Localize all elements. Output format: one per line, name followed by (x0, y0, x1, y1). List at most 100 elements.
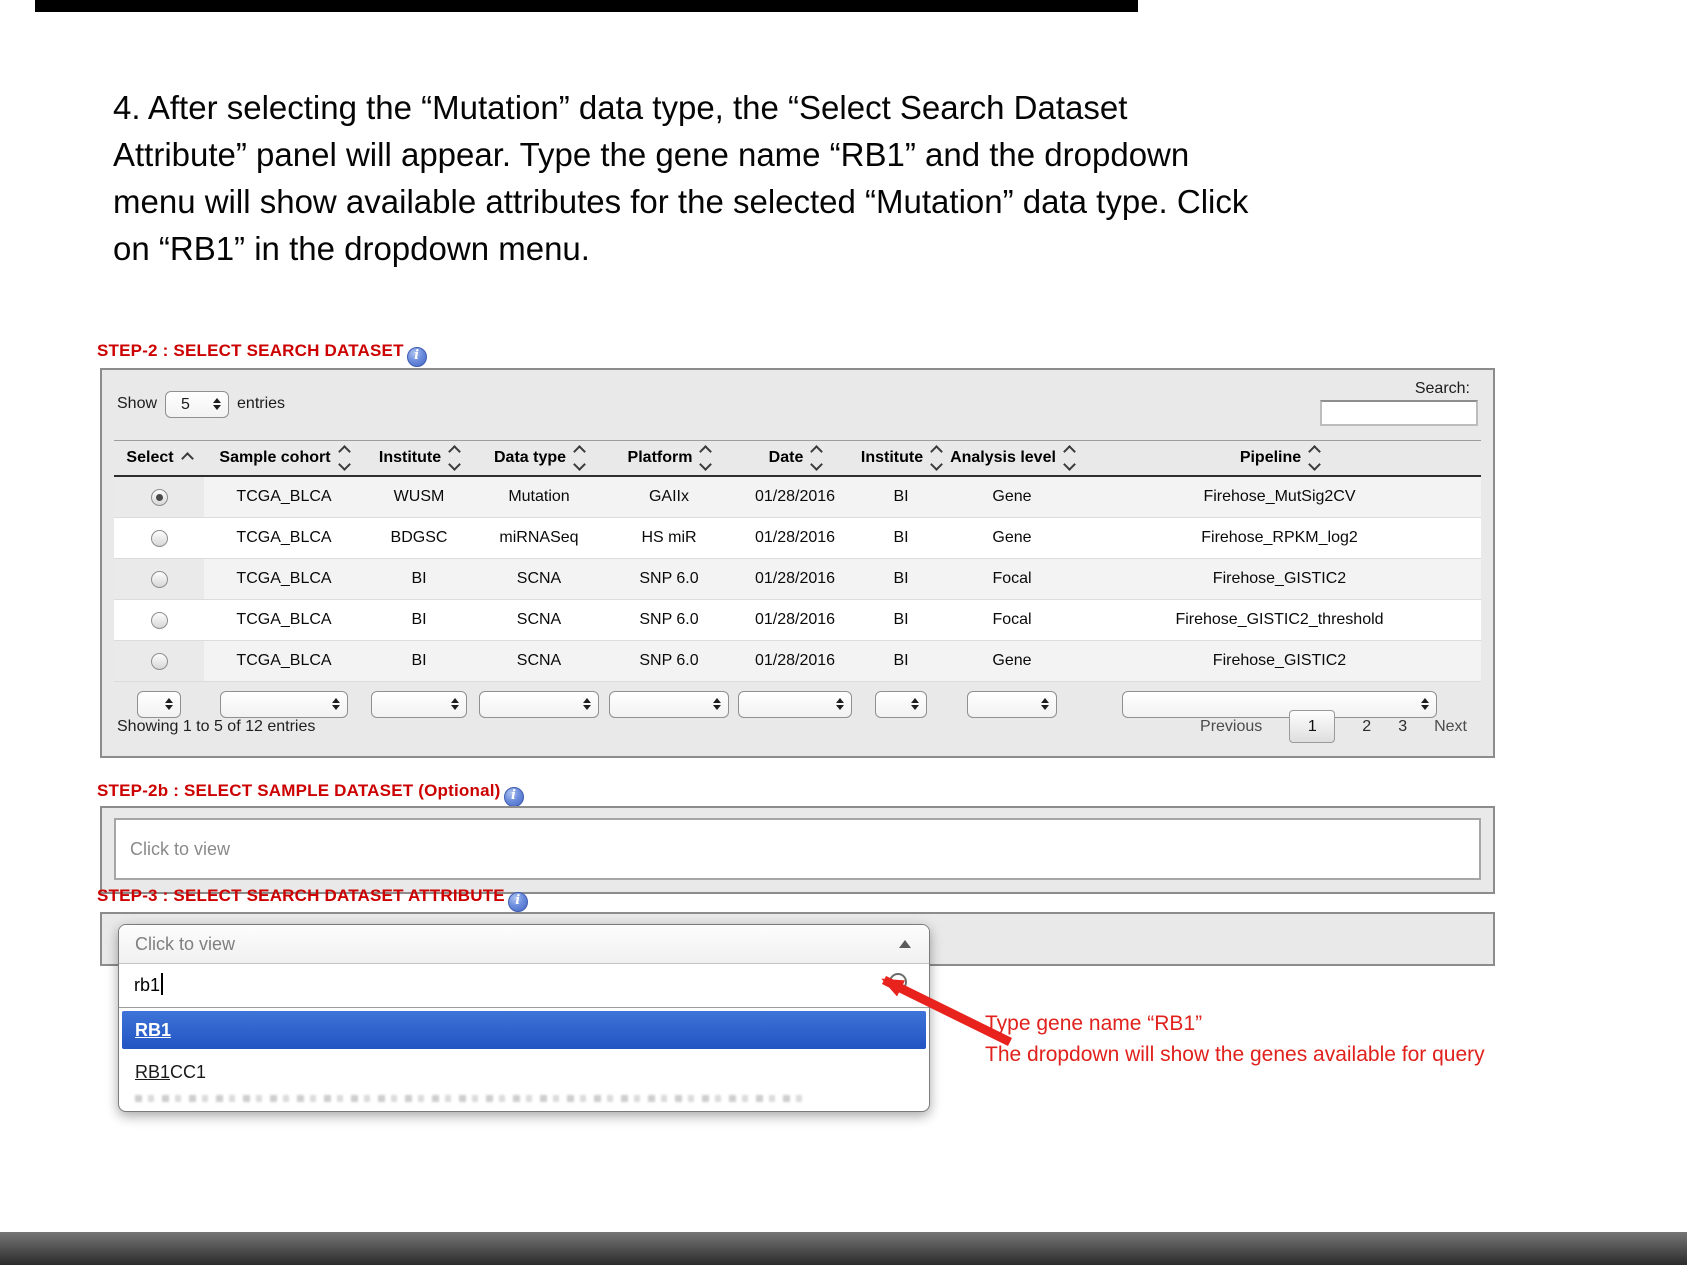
stepper-icon (213, 398, 221, 410)
table-row: TCGA_BLCA BDGSC miRNASeq HS miR 01/28/20… (114, 518, 1481, 559)
dropdown-option-rb1cc1[interactable]: RB1CC1 (119, 1052, 929, 1092)
column-header-analysis-level[interactable]: Analysis level (946, 447, 1078, 469)
page-length-control: Show 5 entries (117, 390, 285, 418)
stepper-icon (911, 698, 919, 710)
table-search-label: Search: (1415, 380, 1470, 398)
next-page-button[interactable]: Next (1434, 718, 1467, 736)
table-row: TCGA_BLCA BI SCNA SNP 6.0 01/28/2016 BI … (114, 600, 1481, 641)
cell-pipeline: Firehose_GISTIC2_threshold (1078, 611, 1481, 629)
attribute-combobox[interactable]: Click to view (119, 925, 929, 964)
cell-data-type: SCNA (474, 611, 604, 629)
row-select-radio[interactable] (151, 530, 168, 547)
sort-both-icon (450, 447, 459, 469)
annotation-text: Type gene name “RB1” The dropdown will s… (985, 1008, 1485, 1070)
cell-institute2: BI (856, 611, 946, 629)
filter-select-date[interactable] (738, 691, 852, 718)
text-cursor (161, 973, 163, 995)
cell-pipeline: Firehose_RPKM_log2 (1078, 529, 1481, 547)
cell-platform: SNP 6.0 (604, 570, 734, 588)
cell-analysis-level: Gene (946, 529, 1078, 547)
cell-platform: SNP 6.0 (604, 652, 734, 670)
attribute-dropdown: Click to view rb1 RB1 RB1CC1 (118, 924, 930, 1112)
table-summary: Showing 1 to 5 of 12 entries (117, 718, 315, 736)
cell-date: 01/28/2016 (734, 611, 856, 629)
column-header-platform[interactable]: Platform (604, 447, 734, 469)
sort-both-icon (932, 447, 941, 469)
sort-asc-icon (183, 454, 192, 463)
sort-both-icon (575, 447, 584, 469)
step3-label-title: : SELECT SEARCH DATASET ATTRIBUTE (158, 886, 505, 905)
annotation-line-1: Type gene name “RB1” (985, 1008, 1485, 1039)
sort-both-icon (340, 447, 349, 469)
cell-date: 01/28/2016 (734, 652, 856, 670)
filter-select-institute[interactable] (371, 691, 467, 718)
cell-institute: BI (364, 652, 474, 670)
cell-institute: BDGSC (364, 529, 474, 547)
instruction-line: 4. After selecting the “Mutation” data t… (113, 84, 1498, 131)
cell-platform: SNP 6.0 (604, 611, 734, 629)
instruction-line: menu will show available attributes for … (113, 178, 1498, 225)
table-search-input[interactable] (1320, 400, 1478, 426)
filter-select-select[interactable] (137, 691, 181, 718)
sort-both-icon (701, 447, 710, 469)
cell-data-type: Mutation (474, 488, 604, 506)
stepper-icon (713, 698, 721, 710)
cell-data-type: SCNA (474, 652, 604, 670)
column-header-select[interactable]: Select (114, 449, 204, 467)
cell-analysis-level: Focal (946, 611, 1078, 629)
table-row: TCGA_BLCA BI SCNA SNP 6.0 01/28/2016 BI … (114, 641, 1481, 682)
info-icon[interactable]: i (504, 787, 524, 807)
instruction-text: 4. After selecting the “Mutation” data t… (113, 84, 1498, 272)
column-header-sample-cohort[interactable]: Sample cohort (204, 447, 364, 469)
cell-data-type: SCNA (474, 570, 604, 588)
stepper-icon (1041, 698, 1049, 710)
page-2-button[interactable]: 2 (1362, 718, 1371, 736)
step2-label-title: : SELECT SEARCH DATASET (158, 341, 404, 360)
annotation-line-2: The dropdown will show the genes availab… (985, 1039, 1485, 1070)
info-icon[interactable]: i (508, 892, 528, 912)
filter-select-institute2[interactable] (875, 691, 927, 718)
row-select-radio[interactable] (151, 489, 168, 506)
column-header-data-type[interactable]: Data type (474, 447, 604, 469)
cell-analysis-level: Gene (946, 488, 1078, 506)
cell-pipeline: Firehose_MutSig2CV (1078, 488, 1481, 506)
stepper-icon (165, 698, 173, 710)
row-select-radio[interactable] (151, 571, 168, 588)
row-select-radio[interactable] (151, 653, 168, 670)
cell-analysis-level: Focal (946, 570, 1078, 588)
table-header-row: Select Sample cohort Institute Data type… (114, 440, 1481, 477)
page-length-select[interactable]: 5 (165, 391, 229, 418)
clipped-option-row (135, 1095, 809, 1102)
column-header-institute[interactable]: Institute (364, 447, 474, 469)
instruction-line: on “RB1” in the dropdown menu. (113, 225, 1498, 272)
cell-sample-cohort: TCGA_BLCA (204, 611, 364, 629)
stepper-icon (836, 698, 844, 710)
filter-select-sample-cohort[interactable] (220, 691, 348, 718)
cell-sample-cohort: TCGA_BLCA (204, 529, 364, 547)
stepper-icon (332, 698, 340, 710)
step2b-label-prefix: STEP-2b (97, 781, 168, 800)
previous-page-button[interactable]: Previous (1200, 718, 1262, 736)
column-header-date[interactable]: Date (734, 447, 856, 469)
dropdown-option-rb1[interactable]: RB1 (122, 1011, 926, 1049)
stepper-icon (583, 698, 591, 710)
page-1-button[interactable]: 1 (1289, 710, 1335, 743)
page-3-button[interactable]: 3 (1398, 718, 1407, 736)
cell-institute2: BI (856, 570, 946, 588)
sample-dataset-combobox[interactable]: Click to view (114, 818, 1481, 880)
cell-institute: BI (364, 570, 474, 588)
column-header-institute2[interactable]: Institute (856, 447, 946, 469)
filter-select-analysis-level[interactable] (967, 691, 1057, 718)
attribute-search-field[interactable]: rb1 (119, 964, 929, 1008)
show-label: Show (117, 395, 157, 413)
info-icon[interactable]: i (407, 347, 427, 367)
row-select-radio[interactable] (151, 612, 168, 629)
filter-select-platform[interactable] (609, 691, 729, 718)
column-header-pipeline[interactable]: Pipeline (1078, 447, 1481, 469)
cell-pipeline: Firehose_GISTIC2 (1078, 570, 1481, 588)
cell-date: 01/28/2016 (734, 570, 856, 588)
cell-institute: BI (364, 611, 474, 629)
filter-select-data-type[interactable] (479, 691, 599, 718)
table-row: TCGA_BLCA BI SCNA SNP 6.0 01/28/2016 BI … (114, 559, 1481, 600)
cell-institute2: BI (856, 529, 946, 547)
